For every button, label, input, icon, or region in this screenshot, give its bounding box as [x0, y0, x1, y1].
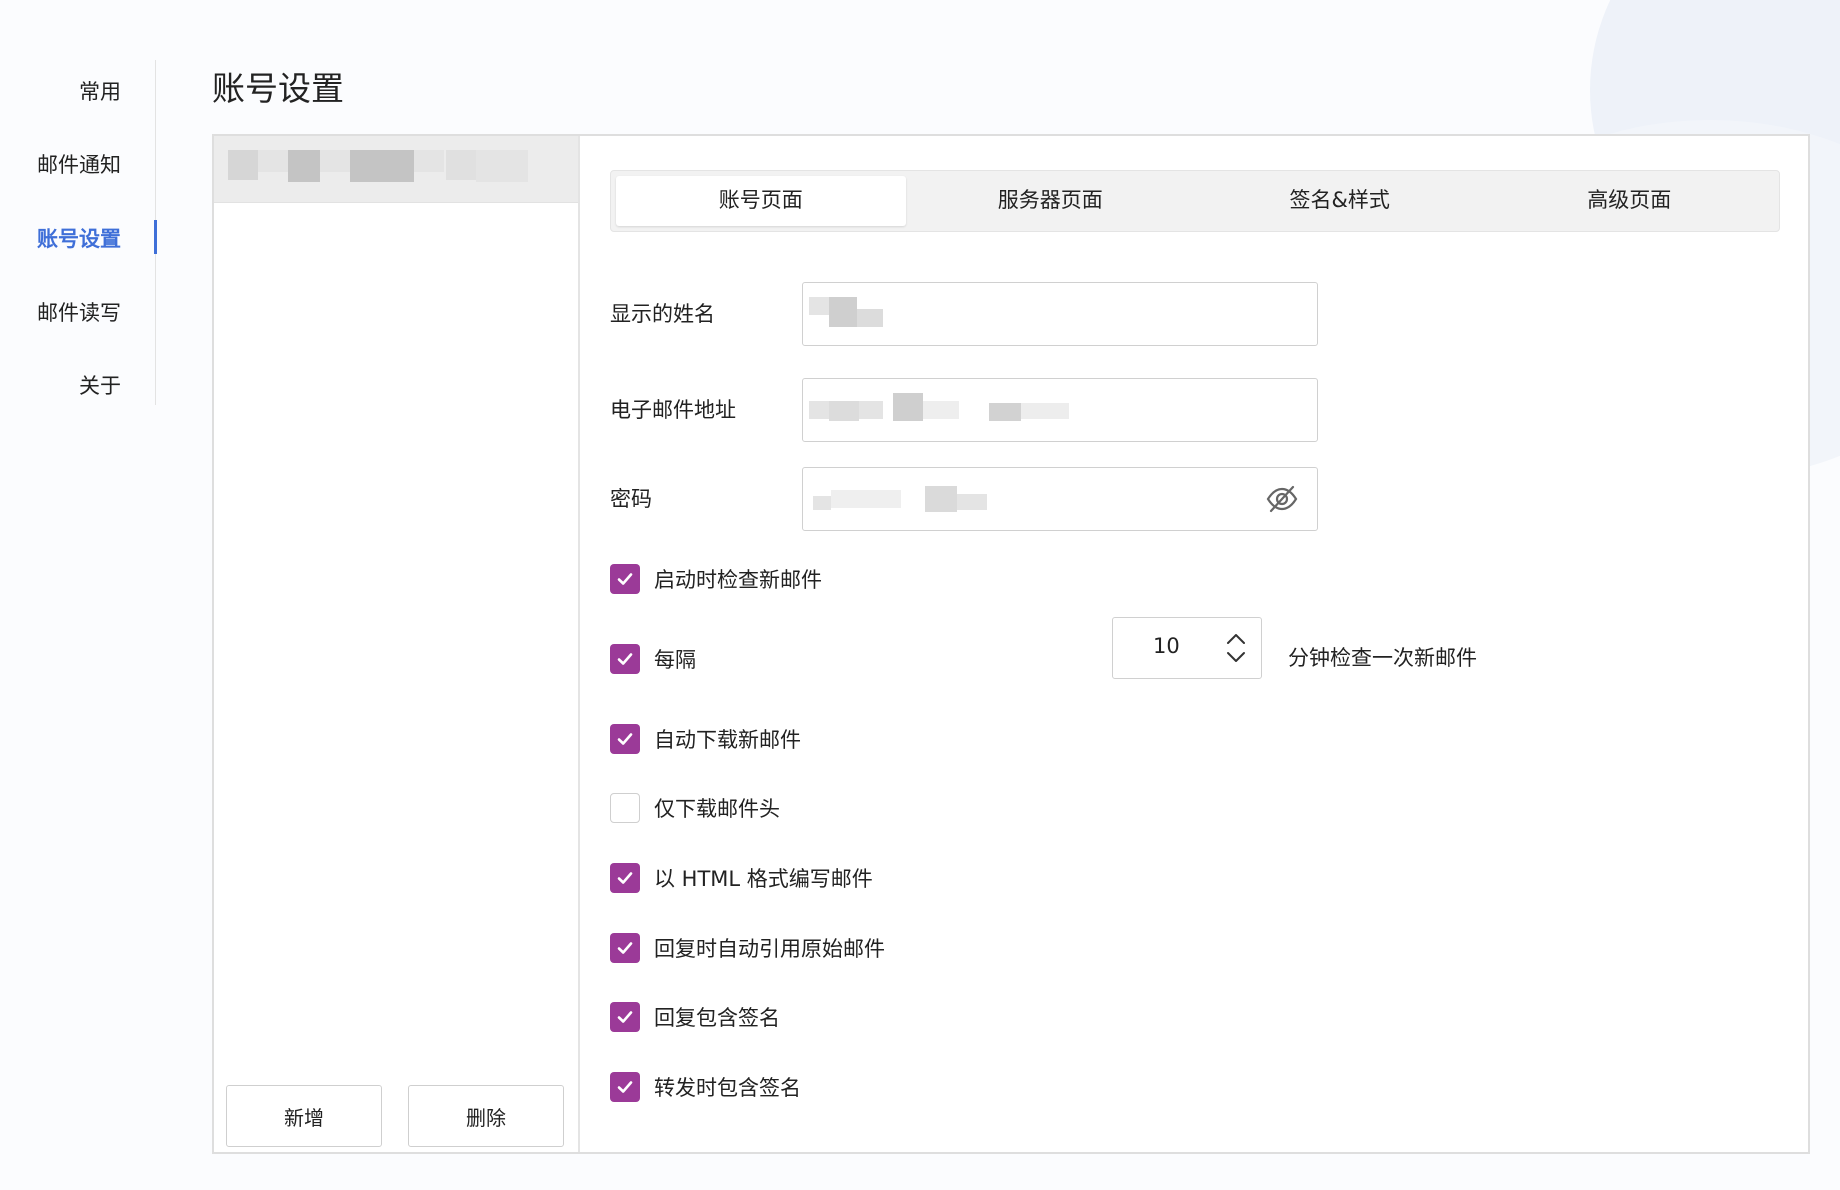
quote-original-checkbox[interactable]	[610, 933, 640, 963]
nav-item-about[interactable]: 关于	[79, 370, 121, 400]
headers-only-row: 仅下载邮件头	[610, 791, 780, 825]
email-label: 电子邮件地址	[610, 398, 736, 422]
eye-off-icon[interactable]	[1265, 482, 1299, 520]
html-compose-checkbox[interactable]	[610, 863, 640, 893]
nav-item-mail-notification[interactable]: 邮件通知	[37, 149, 121, 179]
tab-account-page[interactable]: 账号页面	[616, 176, 906, 226]
check-on-start-row: 启动时检查新邮件	[610, 562, 822, 596]
reply-signature-row: 回复包含签名	[610, 1000, 780, 1034]
reply-signature-label: 回复包含签名	[654, 1006, 780, 1030]
reply-signature-checkbox[interactable]	[610, 1002, 640, 1032]
settings-panel: 新增 删除 账号页面 服务器页面 签名&样式 高级页面 显示的姓名 电子邮件地址	[212, 134, 1810, 1154]
account-tabs: 账号页面 服务器页面 签名&样式 高级页面	[610, 170, 1780, 232]
interval-stepper[interactable]: 10	[1112, 617, 1262, 679]
quote-original-row: 回复时自动引用原始邮件	[610, 931, 885, 965]
display-name-input[interactable]	[802, 282, 1318, 346]
nav-item-general[interactable]: 常用	[79, 76, 121, 106]
email-input[interactable]	[802, 378, 1318, 442]
app-window: 常用 邮件通知 账号设置 邮件读写 关于 账号设置 新增 删除 账号页面 服务器…	[0, 0, 1840, 1190]
display-name-label: 显示的姓名	[610, 302, 715, 326]
check-on-start-checkbox[interactable]	[610, 564, 640, 594]
check-interval-checkbox[interactable]	[610, 644, 640, 674]
check-icon	[617, 872, 633, 884]
chevron-up-down-icon[interactable]	[1225, 632, 1247, 668]
nav-item-mail-read-write[interactable]: 邮件读写	[37, 297, 121, 327]
html-compose-label: 以 HTML 格式编写邮件	[654, 867, 873, 891]
check-on-start-label: 启动时检查新邮件	[654, 568, 822, 592]
account-list: 新增 删除	[214, 136, 580, 1152]
settings-nav: 常用 邮件通知 账号设置 邮件读写 关于	[0, 60, 157, 405]
tab-server-page[interactable]: 服务器页面	[906, 176, 1196, 226]
tab-signature-style[interactable]: 签名&样式	[1195, 176, 1485, 226]
forward-signature-checkbox[interactable]	[610, 1072, 640, 1102]
quote-original-label: 回复时自动引用原始邮件	[654, 937, 885, 961]
page-title: 账号设置	[212, 69, 344, 108]
delete-account-button[interactable]: 删除	[408, 1085, 564, 1147]
forward-signature-row: 转发时包含签名	[610, 1070, 801, 1104]
nav-active-indicator	[154, 220, 157, 254]
headers-only-label: 仅下载邮件头	[654, 797, 780, 821]
check-interval-row: 每隔 10 分钟检查一次新邮件	[610, 617, 1477, 679]
html-compose-row: 以 HTML 格式编写邮件	[610, 861, 873, 895]
nav-item-account-settings[interactable]: 账号设置	[37, 223, 121, 253]
check-interval-label: 每隔	[654, 648, 696, 672]
check-icon	[617, 942, 633, 954]
interval-value[interactable]: 10	[1153, 634, 1180, 658]
interval-suffix: 分钟检查一次新邮件	[1288, 646, 1477, 670]
password-input[interactable]	[802, 467, 1318, 531]
auto-download-checkbox[interactable]	[610, 724, 640, 754]
auto-download-label: 自动下载新邮件	[654, 728, 801, 752]
headers-only-checkbox[interactable]	[610, 793, 640, 823]
check-icon	[617, 573, 633, 585]
auto-download-row: 自动下载新邮件	[610, 722, 801, 756]
account-list-item[interactable]	[214, 136, 578, 203]
tab-advanced-page[interactable]: 高级页面	[1485, 176, 1775, 226]
password-label: 密码	[610, 487, 652, 511]
check-icon	[617, 1081, 633, 1093]
check-icon	[617, 733, 633, 745]
check-icon	[617, 653, 633, 665]
forward-signature-label: 转发时包含签名	[654, 1076, 801, 1100]
add-account-button[interactable]: 新增	[226, 1085, 382, 1147]
check-icon	[617, 1011, 633, 1023]
